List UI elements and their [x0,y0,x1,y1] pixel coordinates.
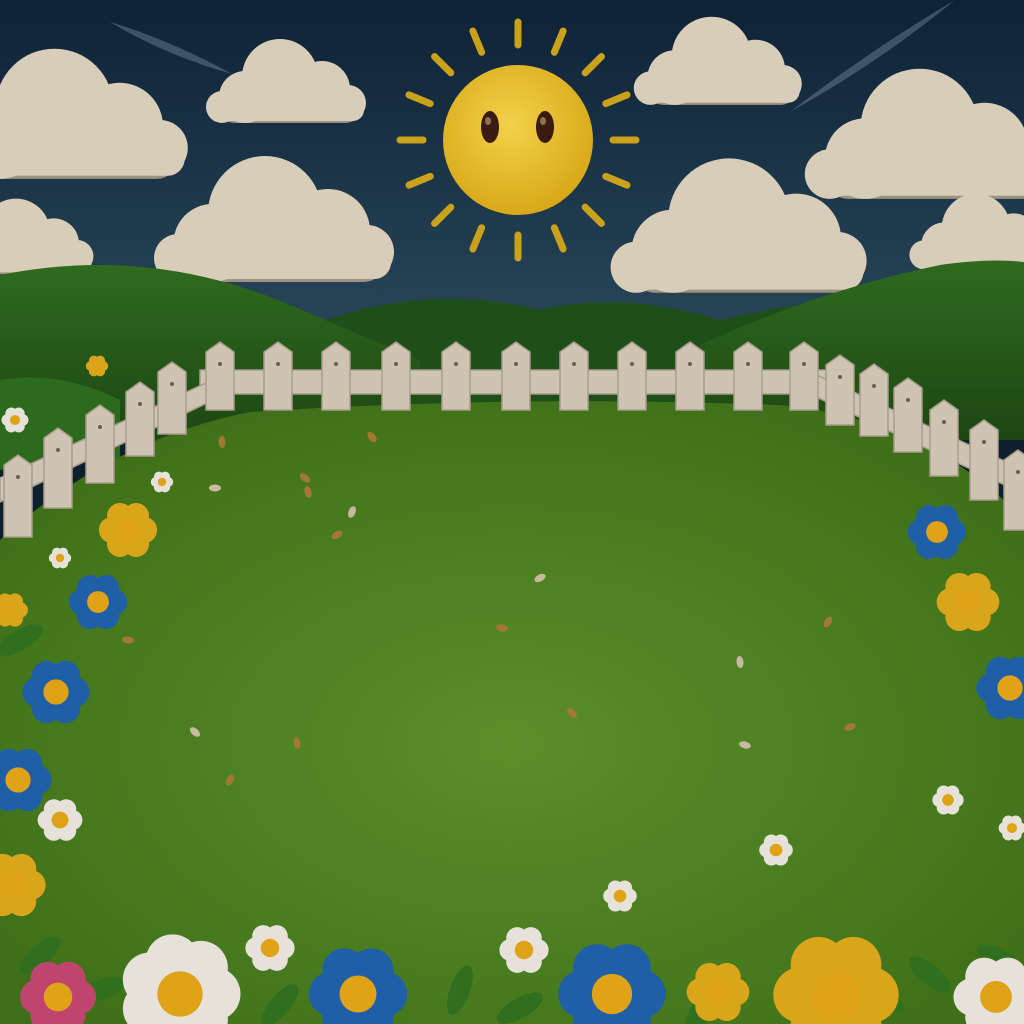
fence-post-icon [789,341,819,411]
sun-face [443,65,593,215]
fence-post-icon [617,341,647,411]
fence-post-icon [733,341,763,411]
fence-post-icon [559,341,589,411]
petal-speck [209,484,221,492]
fence-post-icon [1003,449,1024,531]
fence-post-icon [205,341,235,411]
fence-post-icon [893,377,923,453]
fence-post-icon [157,361,187,435]
fence-post-icon [125,381,155,457]
fence-post-icon [825,354,855,426]
fence-post-icon [969,419,999,501]
sun-left-eye [481,111,499,143]
fence-post-icon [85,404,115,484]
fence-post-icon [43,427,73,509]
fence-post-icon [321,341,351,411]
fence-post-icon [3,454,33,538]
fence-post-icon [441,341,471,411]
fence-post-icon [675,341,705,411]
fence-post-icon [263,341,293,411]
fence-post-icon [859,363,889,437]
fence-post-icon [501,341,531,411]
fence-post-icon [929,399,959,477]
sun-right-eye [536,111,554,143]
game-scene [0,0,1024,1024]
fence-post-icon [381,341,411,411]
